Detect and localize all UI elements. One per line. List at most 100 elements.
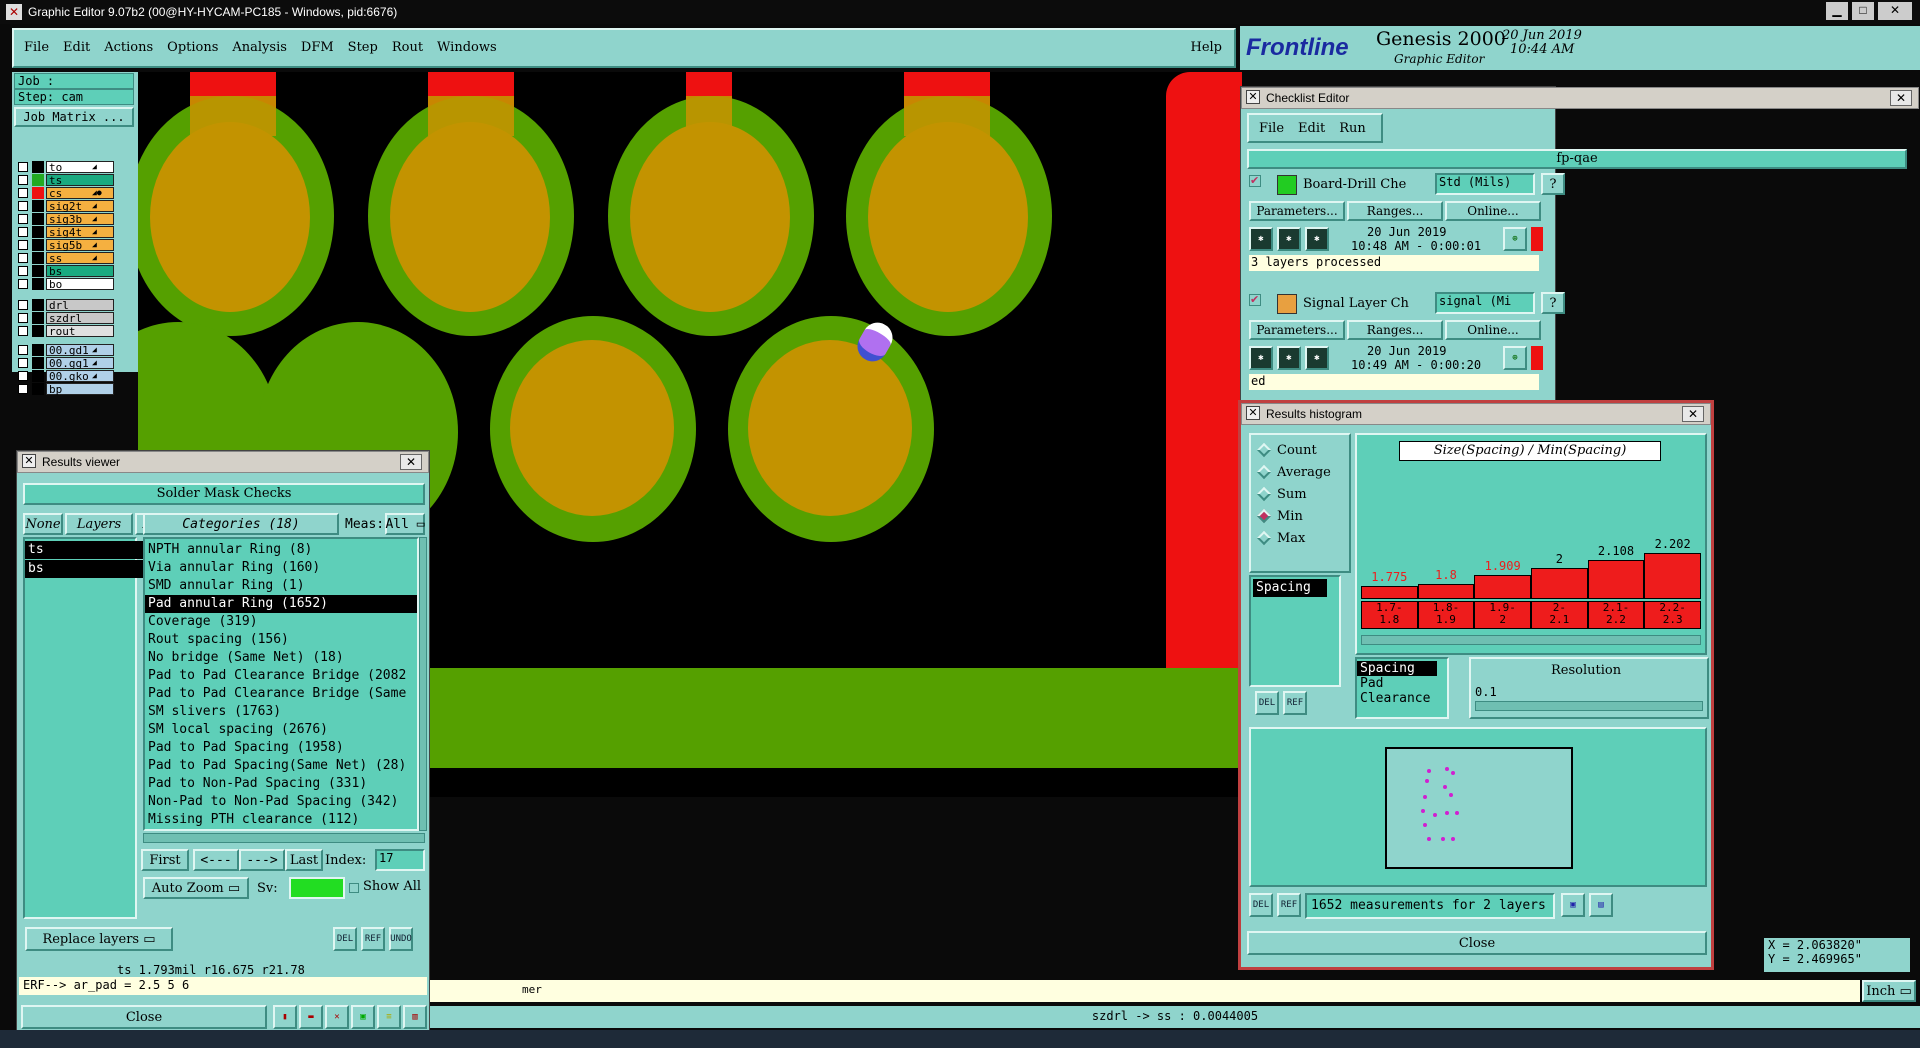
- toolbar-icon-1[interactable]: ▮: [273, 1005, 297, 1029]
- layer-row[interactable]: drl: [18, 298, 114, 311]
- auto-zoom-dropdown[interactable]: Auto Zoom ▭: [143, 877, 249, 899]
- layer-checkbox[interactable]: [18, 200, 28, 211]
- category-item[interactable]: No bridge (Same Net) (18): [145, 649, 417, 667]
- toolbar-icon-2[interactable]: ▬: [299, 1005, 323, 1029]
- ref-icon[interactable]: REF: [1277, 893, 1301, 917]
- histogram-bar[interactable]: [1361, 585, 1418, 599]
- maximize-button[interactable]: □: [1852, 2, 1874, 20]
- resolution-slider[interactable]: [1475, 701, 1703, 711]
- category-item[interactable]: Pad to Pad Spacing (1958): [145, 739, 417, 757]
- category-item[interactable]: Rout spacing (156): [145, 631, 417, 649]
- minimize-button[interactable]: ▁: [1826, 2, 1848, 20]
- layer-row[interactable]: cs ◢●: [18, 186, 114, 199]
- run-icon[interactable]: ✱: [1249, 227, 1273, 251]
- layer-checkbox[interactable]: [18, 252, 28, 263]
- category-item[interactable]: NPTH annular Ring (8): [145, 541, 417, 559]
- layer-checkbox[interactable]: [18, 174, 28, 185]
- job-matrix-button[interactable]: Job Matrix ...: [14, 107, 134, 127]
- zoom-icon[interactable]: ⊕: [1503, 346, 1527, 370]
- field-list[interactable]: Spacing Pad Clearance: [1355, 657, 1449, 719]
- category-item[interactable]: Non-Pad to Non-Pad Spacing (342): [145, 793, 417, 811]
- layer-row[interactable]: sig4t ◢: [18, 225, 114, 238]
- histogram-bar[interactable]: [1417, 583, 1475, 599]
- mode-max[interactable]: Max: [1251, 527, 1349, 549]
- toolbar-icon-3[interactable]: ✕: [325, 1005, 349, 1029]
- checklist-menu-edit[interactable]: Edit: [1298, 121, 1325, 136]
- histogram-bar[interactable]: [1644, 552, 1701, 599]
- checklist-close-x[interactable]: ✕: [1890, 90, 1912, 106]
- histogram-bar[interactable]: [1531, 568, 1588, 599]
- layer-checkbox[interactable]: [18, 161, 28, 172]
- mode-average[interactable]: Average: [1251, 461, 1349, 483]
- undo-icon[interactable]: UNDO: [389, 927, 413, 951]
- layer-row[interactable]: bp: [18, 382, 114, 395]
- menu-analysis[interactable]: Analysis: [232, 40, 287, 55]
- ranges-button[interactable]: Ranges...: [1347, 320, 1443, 340]
- check-enabled-icon[interactable]: ✔: [1249, 175, 1261, 187]
- export-icon[interactable]: ▣: [1561, 893, 1585, 917]
- check-enabled-icon[interactable]: ✔: [1249, 294, 1261, 306]
- chart-icon[interactable]: ▥: [403, 1005, 427, 1029]
- menu-step[interactable]: Step: [348, 40, 378, 55]
- layer-checkbox[interactable]: [18, 312, 28, 323]
- category-item[interactable]: Pad to Pad Clearance Bridge (Same: [145, 685, 417, 703]
- layer-checkbox[interactable]: [18, 187, 28, 198]
- field-item[interactable]: Spacing: [1357, 661, 1437, 676]
- layer-row[interactable]: sig3b ◢: [18, 212, 114, 225]
- layer-checkbox[interactable]: [18, 299, 28, 310]
- category-item[interactable]: Pad to Pad Spacing(Same Net) (28): [145, 757, 417, 775]
- histogram-close-x[interactable]: ✕: [1682, 406, 1704, 422]
- layers-button[interactable]: Layers: [65, 513, 133, 535]
- category-item[interactable]: SM slivers (1763): [145, 703, 417, 721]
- erf-value[interactable]: Std (Mils): [1435, 173, 1535, 195]
- del-icon[interactable]: DEL: [1249, 893, 1273, 917]
- category-item[interactable]: SM local spacing (2676): [145, 721, 417, 739]
- layer-checkbox[interactable]: [18, 265, 28, 276]
- category-item[interactable]: Pad annular Ring (1652): [145, 595, 417, 613]
- run-icon[interactable]: ✱: [1277, 227, 1301, 251]
- run-icon[interactable]: ✱: [1305, 227, 1329, 251]
- none-button[interactable]: None: [23, 513, 63, 535]
- replace-layers-dropdown[interactable]: Replace layers ▭: [25, 927, 173, 951]
- layer-row[interactable]: szdrl: [18, 311, 114, 324]
- histogram-bar[interactable]: [1474, 575, 1531, 599]
- close-window-button[interactable]: ✕: [1878, 2, 1912, 20]
- category-item[interactable]: Pad to Non-Pad Spacing (331): [145, 775, 417, 793]
- parameters-button[interactable]: Parameters...: [1249, 320, 1345, 340]
- del-icon[interactable]: DEL: [1255, 691, 1279, 715]
- del-icon[interactable]: DEL: [333, 927, 357, 951]
- histogram-close-button[interactable]: Close: [1247, 931, 1707, 955]
- layer-row[interactable]: 00.gg1 ◢: [18, 356, 114, 369]
- category-item[interactable]: Via annular Ring (160): [145, 559, 417, 577]
- layer-checkbox[interactable]: [18, 357, 28, 368]
- menu-windows[interactable]: Windows: [437, 40, 497, 55]
- ref-icon[interactable]: REF: [361, 927, 385, 951]
- next-button[interactable]: --->: [239, 849, 285, 871]
- results-layer-list[interactable]: ts bs: [23, 537, 167, 919]
- results-category-list[interactable]: NPTH annular Ring (8) Via annular Ring (1…: [143, 537, 419, 831]
- layer-checkbox[interactable]: [18, 325, 28, 336]
- histogram-bar[interactable]: [1587, 559, 1645, 599]
- category-item[interactable]: Pad to Pad Clearance Bridge (2082: [145, 667, 417, 685]
- meas-dropdown[interactable]: All ▭: [385, 513, 425, 535]
- layer-row[interactable]: 00.gko ◢: [18, 369, 114, 382]
- layer-row[interactable]: rout: [18, 324, 114, 337]
- category-item[interactable]: Coverage (319): [145, 613, 417, 631]
- menu-actions[interactable]: Actions: [104, 40, 153, 55]
- menu-rout[interactable]: Rout: [392, 40, 423, 55]
- parameters-button[interactable]: Parameters...: [1249, 201, 1345, 221]
- layer-checkbox[interactable]: [18, 370, 28, 381]
- layer-row[interactable]: sig2t ◢: [18, 199, 114, 212]
- online-button[interactable]: Online...: [1445, 320, 1541, 340]
- menu-options[interactable]: Options: [167, 40, 218, 55]
- categories-button[interactable]: Categories (18): [143, 513, 339, 535]
- category-item[interactable]: SMD annular Ring (1): [145, 577, 417, 595]
- layer-checkbox[interactable]: [18, 278, 28, 289]
- run-icon[interactable]: ✱: [1249, 346, 1273, 370]
- chart-hscrollbar[interactable]: [1361, 635, 1701, 645]
- category-hscrollbar[interactable]: [143, 833, 425, 843]
- layer-checkbox[interactable]: [18, 226, 28, 237]
- checklist-menu-run[interactable]: Run: [1339, 121, 1366, 136]
- layer-row[interactable]: 00.gd1 ◢: [18, 343, 114, 356]
- layer-row[interactable]: ss ◢: [18, 251, 114, 264]
